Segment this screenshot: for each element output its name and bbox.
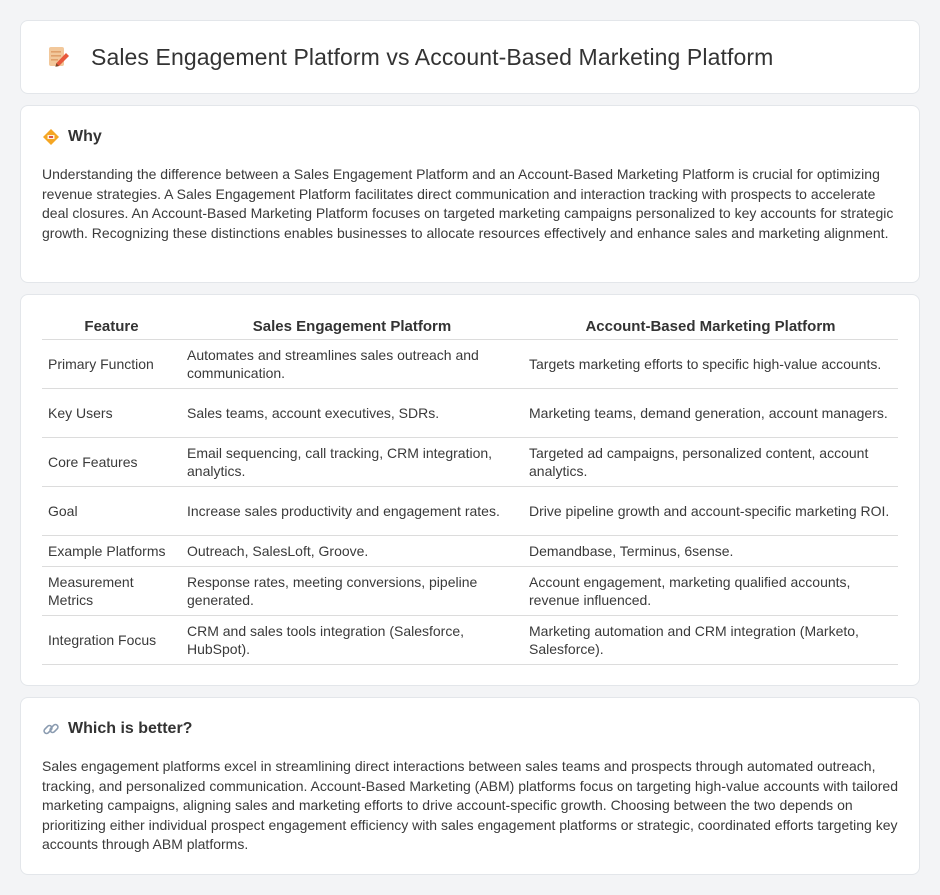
- row-feature: Integration Focus: [42, 615, 181, 665]
- table-row: Example Platforms Outreach, SalesLoft, G…: [42, 535, 898, 567]
- table-row: Goal Increase sales productivity and eng…: [42, 486, 898, 536]
- row-sales-engagement: Increase sales productivity and engageme…: [181, 486, 523, 536]
- row-abm: Demandbase, Terminus, 6sense.: [523, 535, 898, 567]
- why-section: Why Understanding the difference between…: [20, 105, 920, 283]
- page-title: Sales Engagement Platform vs Account-Bas…: [91, 43, 774, 70]
- row-feature: Primary Function: [42, 339, 181, 389]
- link-icon: [42, 720, 60, 738]
- row-abm: Targeted ad campaigns, personalized cont…: [523, 437, 898, 487]
- which-better-heading: Which is better?: [42, 720, 898, 738]
- why-title: Why: [68, 128, 102, 145]
- row-feature: Measurement Metrics: [42, 566, 181, 616]
- which-better-text: Sales engagement platforms excel in stre…: [42, 758, 898, 853]
- table-row: Measurement Metrics Response rates, meet…: [42, 566, 898, 616]
- why-text: Understanding the difference between a S…: [42, 166, 894, 241]
- row-sales-engagement: Email sequencing, call tracking, CRM int…: [181, 437, 523, 487]
- which-better-title: Which is better?: [68, 720, 193, 737]
- why-heading: Why: [42, 128, 898, 146]
- row-abm: Drive pipeline growth and account-specif…: [523, 486, 898, 536]
- row-feature: Core Features: [42, 437, 181, 487]
- table-row: Core Features Email sequencing, call tra…: [42, 437, 898, 487]
- row-feature: Goal: [42, 486, 181, 536]
- header-sales-engagement: Sales Engagement Platform: [181, 317, 523, 340]
- which-better-section: Which is better? Sales engagement platfo…: [20, 697, 920, 875]
- row-sales-engagement: CRM and sales tools integration (Salesfo…: [181, 615, 523, 665]
- header-card: Sales Engagement Platform vs Account-Bas…: [20, 20, 920, 94]
- row-sales-engagement: Response rates, meeting conversions, pip…: [181, 566, 523, 616]
- pencil-note-icon: [45, 44, 71, 70]
- row-sales-engagement: Outreach, SalesLoft, Groove.: [181, 535, 523, 567]
- table-row: Key Users Sales teams, account executive…: [42, 388, 898, 438]
- table-header-row: Feature Sales Engagement Platform Accoun…: [42, 317, 898, 340]
- row-abm: Marketing teams, demand generation, acco…: [523, 388, 898, 438]
- row-sales-engagement: Automates and streamlines sales outreach…: [181, 339, 523, 389]
- row-abm: Marketing automation and CRM integration…: [523, 615, 898, 665]
- table-row: Integration Focus CRM and sales tools in…: [42, 615, 898, 665]
- row-sales-engagement: Sales teams, account executives, SDRs.: [181, 388, 523, 438]
- row-abm: Account engagement, marketing qualified …: [523, 566, 898, 616]
- row-abm: Targets marketing efforts to specific hi…: [523, 339, 898, 389]
- row-feature: Example Platforms: [42, 535, 181, 567]
- comparison-table: Feature Sales Engagement Platform Accoun…: [42, 317, 898, 665]
- comparison-table-card: Feature Sales Engagement Platform Accoun…: [20, 294, 920, 686]
- header-feature: Feature: [42, 317, 181, 340]
- diamond-sign-icon: [42, 128, 60, 146]
- table-row: Primary Function Automates and streamlin…: [42, 339, 898, 389]
- row-feature: Key Users: [42, 388, 181, 438]
- header-abm: Account-Based Marketing Platform: [523, 317, 898, 340]
